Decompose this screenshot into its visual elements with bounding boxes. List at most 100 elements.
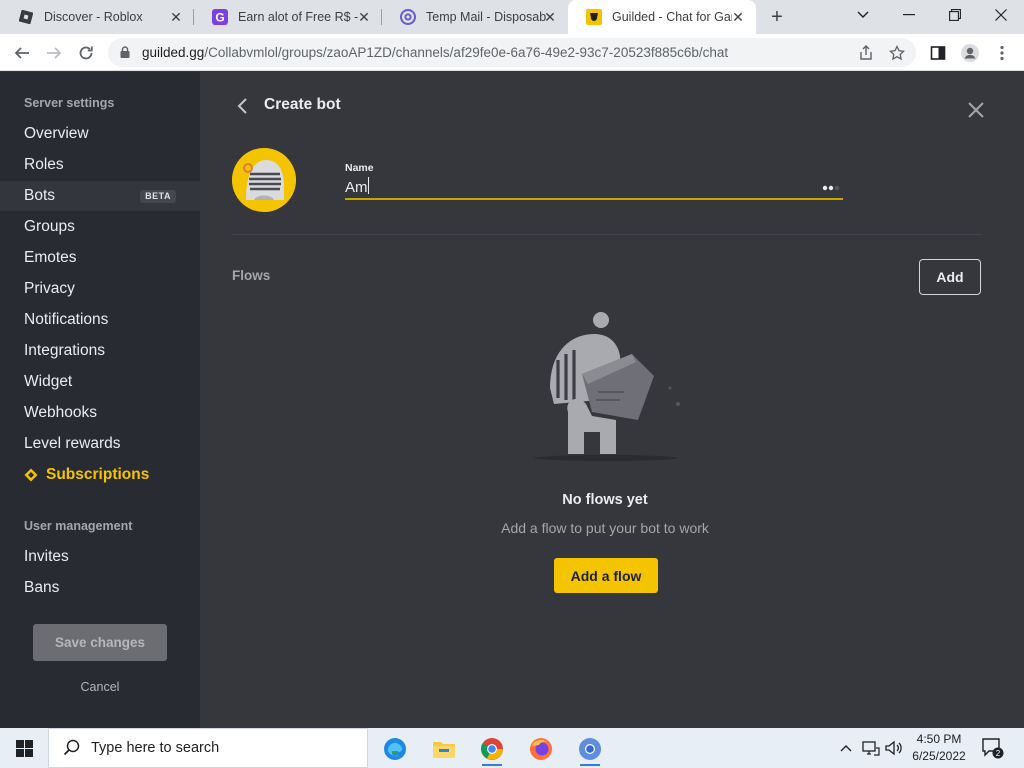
file-explorer-icon[interactable]	[424, 732, 464, 766]
close-icon[interactable]	[966, 100, 986, 120]
back-chevron-icon[interactable]	[234, 96, 252, 116]
sidebar-item-label: Integrations	[24, 342, 105, 359]
sidebar-item-overview[interactable]: Overview	[0, 119, 200, 149]
empty-state-title: No flows yet	[562, 492, 648, 508]
settings-sidebar: Server settings Overview Roles Bots BETA …	[0, 72, 200, 728]
browser-tab-earn[interactable]: G Earn alot of Free R$ - G ✕	[194, 0, 382, 34]
g-favicon-icon: G	[212, 9, 228, 25]
active-app-indicator	[580, 764, 600, 766]
sidebar-item-widget[interactable]: Widget	[0, 367, 200, 397]
sidebar-item-label: Privacy	[24, 280, 75, 297]
windows-start-icon[interactable]	[0, 728, 48, 768]
password-manager-dots-icon[interactable]	[822, 179, 842, 191]
search-icon	[63, 739, 81, 757]
clock-time: 4:50 PM	[916, 732, 962, 746]
sidebar-item-notifications[interactable]: Notifications	[0, 305, 200, 335]
reload-icon[interactable]	[74, 41, 98, 65]
sidebar-item-webhooks[interactable]: Webhooks	[0, 398, 200, 428]
tab-close-icon[interactable]: ✕	[356, 9, 372, 25]
sidebar-item-level-rewards[interactable]: Level rewards	[0, 429, 200, 459]
share-icon[interactable]	[857, 44, 875, 62]
url-path: /Collabvmlol/groups/zaoAP1ZD/channels/af…	[204, 45, 729, 60]
tab-title: Earn alot of Free R$ - G	[238, 10, 358, 24]
taskbar-search-input[interactable]: Type here to search	[48, 728, 368, 768]
sidebar-item-label: Notifications	[24, 311, 109, 328]
browser-tab-roblox[interactable]: Discover - Roblox ✕	[0, 0, 194, 34]
roblox-favicon-icon	[18, 9, 34, 25]
guilded-favicon-icon	[586, 9, 602, 25]
browser-toolbar: guilded.gg/Collabvmlol/groups/zaoAP1ZD/c…	[0, 34, 1024, 71]
minimize-icon[interactable]	[886, 0, 932, 30]
sidebar-item-emotes[interactable]: Emotes	[0, 243, 200, 273]
knight-helmet-icon	[232, 148, 296, 212]
address-bar[interactable]: guilded.gg/Collabvmlol/groups/zaoAP1ZD/c…	[108, 38, 916, 67]
tab-search-chevron-icon[interactable]	[840, 0, 886, 30]
user-management-heading: User management	[24, 519, 133, 533]
network-icon[interactable]	[860, 728, 882, 768]
name-field-label: Name	[345, 162, 374, 174]
search-placeholder: Type here to search	[91, 740, 220, 756]
sidebar-item-label: Invites	[24, 548, 69, 565]
forward-arrow-icon[interactable]	[42, 41, 66, 65]
new-tab-button[interactable]: +	[766, 6, 788, 28]
restore-icon[interactable]	[932, 0, 978, 30]
browser-tab-bar: Discover - Roblox ✕ G Earn alot of Free …	[0, 0, 1024, 34]
create-bot-panel: Create bot Name Flows Add	[200, 72, 1024, 728]
firefox-icon[interactable]	[521, 732, 561, 766]
windows-taskbar: Type here to search 4:50 PM 6/25/2022 2	[0, 728, 1024, 768]
menu-kebab-icon[interactable]	[990, 41, 1014, 65]
tab-close-icon[interactable]: ✕	[730, 9, 746, 25]
sidebar-item-label: Webhooks	[24, 404, 97, 421]
chrome-icon[interactable]	[472, 732, 512, 766]
sidebar-item-label: Emotes	[24, 249, 77, 266]
system-clock[interactable]: 4:50 PM 6/25/2022	[900, 731, 978, 765]
at-sign-favicon-icon	[400, 9, 416, 25]
add-flow-button-small[interactable]: Add	[919, 259, 981, 295]
sidebar-item-label: Overview	[24, 125, 89, 142]
cancel-link[interactable]: Cancel	[0, 680, 200, 694]
bot-avatar[interactable]	[232, 148, 296, 212]
page-title: Create bot	[264, 96, 341, 113]
sidebar-item-label: Subscriptions	[46, 466, 150, 483]
profile-avatar-icon[interactable]	[958, 41, 982, 65]
notification-center-icon[interactable]: 2	[980, 728, 1006, 768]
sidebar-item-label: Bans	[24, 579, 60, 596]
sidebar-item-privacy[interactable]: Privacy	[0, 274, 200, 304]
bot-name-input[interactable]	[345, 176, 843, 200]
back-arrow-icon[interactable]	[10, 41, 34, 65]
tab-title: Discover - Roblox	[44, 10, 143, 24]
tray-chevron-up-icon[interactable]	[836, 728, 856, 768]
active-app-indicator	[482, 764, 502, 766]
url-text: guilded.gg/Collabvmlol/groups/zaoAP1ZD/c…	[142, 45, 728, 60]
sidebar-item-integrations[interactable]: Integrations	[0, 336, 200, 366]
section-divider	[232, 234, 982, 235]
add-a-flow-button[interactable]: Add a flow	[554, 558, 658, 593]
edge-icon[interactable]	[375, 732, 415, 766]
knight-reading-illustration-icon	[520, 308, 690, 464]
browser-tab-tempmail[interactable]: Temp Mail - Disposable ✕	[382, 0, 568, 34]
tab-close-icon[interactable]: ✕	[542, 9, 558, 25]
sidebar-item-invites[interactable]: Invites	[0, 542, 200, 572]
text-cursor	[368, 177, 369, 194]
chrome-profile-icon[interactable]	[570, 732, 610, 766]
sidebar-item-roles[interactable]: Roles	[0, 150, 200, 180]
notification-count: 2	[996, 749, 1001, 758]
clock-date: 6/25/2022	[912, 749, 966, 763]
close-window-icon[interactable]	[978, 0, 1024, 30]
sidebar-item-groups[interactable]: Groups	[0, 212, 200, 242]
svg-text:G: G	[215, 11, 224, 25]
browser-tab-guilded[interactable]: Guilded - Chat for Gam ✕	[568, 0, 756, 34]
bookmark-star-icon[interactable]	[888, 44, 906, 62]
tab-title: Temp Mail - Disposable	[426, 10, 546, 24]
sidebar-item-label: Level rewards	[24, 435, 121, 452]
sidebar-item-subscriptions[interactable]: Subscriptions	[0, 460, 200, 490]
tab-close-icon[interactable]: ✕	[168, 9, 184, 25]
empty-state-subtitle: Add a flow to put your bot to work	[501, 520, 709, 536]
flows-heading: Flows	[232, 268, 271, 283]
sidebar-item-label: Bots	[24, 187, 56, 204]
sidebar-item-bans[interactable]: Bans	[0, 573, 200, 603]
sidebar-item-bots[interactable]: Bots BETA	[0, 181, 200, 211]
save-changes-button[interactable]: Save changes	[33, 624, 167, 661]
guilded-app: Server settings Overview Roles Bots BETA …	[0, 72, 1024, 728]
side-panel-icon[interactable]	[926, 41, 950, 65]
